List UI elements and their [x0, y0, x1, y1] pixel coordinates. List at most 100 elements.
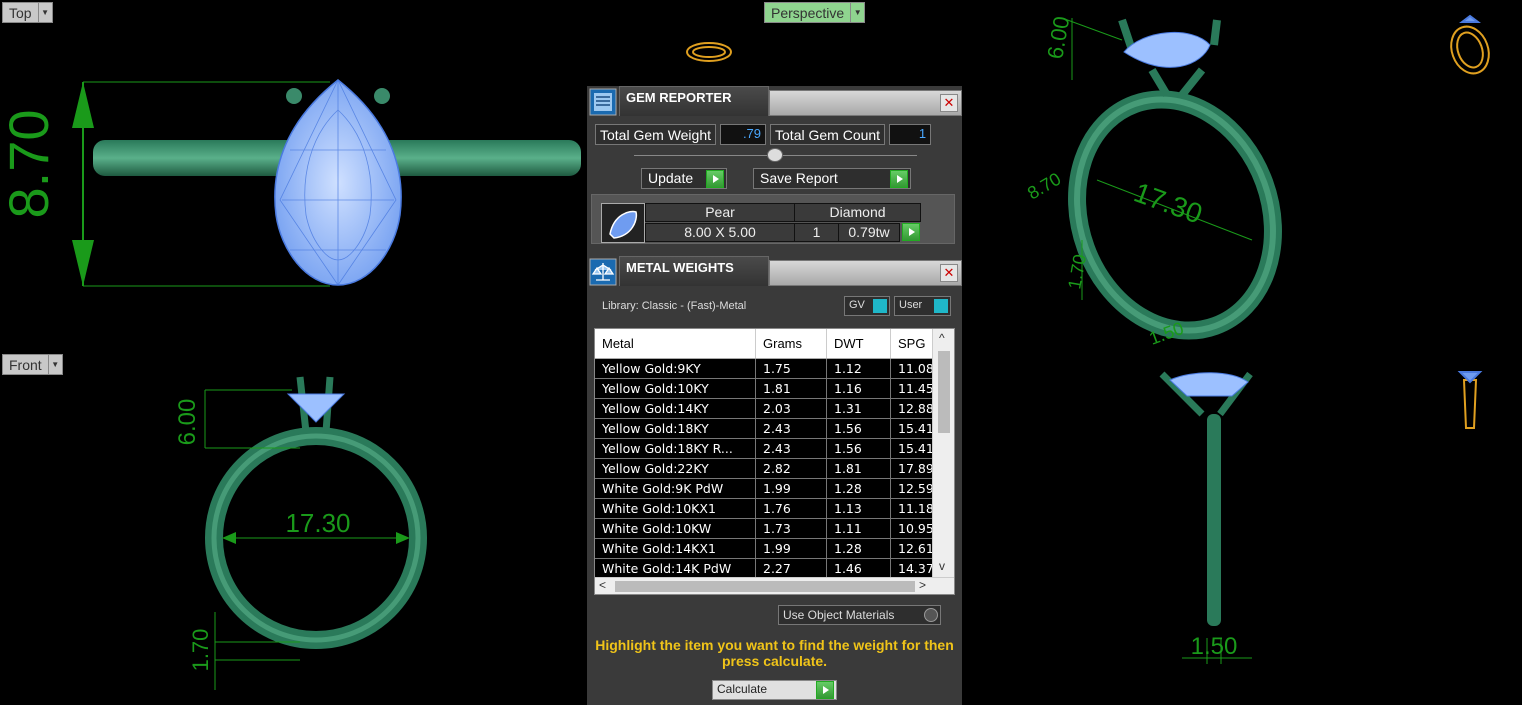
play-arrow-icon[interactable]: [816, 681, 834, 699]
cell-spg: 11.08: [891, 359, 933, 378]
cell-grams: 2.43: [756, 419, 827, 438]
calculate-button[interactable]: Calculate: [712, 680, 837, 700]
cell-dwt: 1.81: [827, 459, 891, 478]
close-icon[interactable]: ✕: [940, 264, 958, 282]
gem-list[interactable]: Pear Diamond 8.00 X 5.00 1 0.79tw: [591, 194, 955, 244]
cell-metal: Yellow Gold:9KY: [595, 359, 756, 378]
cell-metal: Yellow Gold:10KY: [595, 379, 756, 398]
gem-totals-row: Total Gem Weight .79 Total Gem Count 1: [595, 124, 932, 145]
play-arrow-icon[interactable]: [902, 223, 920, 241]
total-gem-count-label: Total Gem Count: [770, 124, 886, 145]
cell-grams: 2.43: [756, 439, 827, 458]
cell-metal: White Gold:14KX1: [595, 539, 756, 558]
cell-grams: 2.82: [756, 459, 827, 478]
table-row[interactable]: Yellow Gold:18KY R... 2.43 1.56 15.41: [595, 439, 933, 459]
cell-metal: White Gold:9K PdW: [595, 479, 756, 498]
ring-perspective-mini-icon: [1450, 14, 1490, 75]
cell-dwt: 1.11: [827, 519, 891, 538]
col-spg[interactable]: SPG: [891, 329, 933, 358]
cell-spg: 12.88: [891, 399, 933, 418]
cell-spg: 15.41: [891, 419, 933, 438]
cell-grams: 1.75: [756, 359, 827, 378]
play-arrow-icon[interactable]: [706, 170, 724, 188]
table-row[interactable]: White Gold:10KW 1.73 1.11 10.95: [595, 519, 933, 539]
ring-side-mini-icon: [1457, 371, 1483, 429]
col-metal[interactable]: Metal: [595, 329, 756, 358]
table-row[interactable]: Yellow Gold:14KY 2.03 1.31 12.88: [595, 399, 933, 419]
chevron-down-icon[interactable]: ▼: [38, 2, 53, 23]
cell-metal: White Gold:14K PdW: [595, 559, 756, 578]
chevron-left-icon[interactable]: <: [599, 578, 606, 592]
scroll-thumb[interactable]: [938, 351, 950, 433]
table-body: Yellow Gold:9KY 1.75 1.12 11.08 Yellow Gold:…: [595, 359, 933, 579]
cell-metal: White Gold:10KW: [595, 519, 756, 538]
table-row[interactable]: Yellow Gold:22KY 2.82 1.81 17.89: [595, 459, 933, 479]
user-toggle[interactable]: User: [894, 296, 951, 316]
cell-grams: 2.03: [756, 399, 827, 418]
vertical-scrollbar[interactable]: ^ v: [932, 329, 954, 579]
close-icon[interactable]: ✕: [940, 94, 958, 112]
cell-dwt: 1.12: [827, 359, 891, 378]
radio-icon[interactable]: [924, 608, 938, 622]
titlebar-drag[interactable]: [769, 90, 962, 116]
cell-grams: 1.99: [756, 479, 827, 498]
cell-grams: 1.76: [756, 499, 827, 518]
chevron-up-icon[interactable]: ^: [939, 331, 945, 345]
top-dim-height: 8.70: [0, 110, 60, 219]
col-grams[interactable]: Grams: [756, 329, 827, 358]
viewport-top-label[interactable]: Top ▼: [2, 2, 53, 23]
toggle-switch-icon[interactable]: [873, 299, 887, 313]
use-object-materials-label: Use Object Materials: [783, 608, 895, 622]
chevron-right-icon[interactable]: >: [919, 578, 926, 592]
cell-metal: Yellow Gold:18KY: [595, 419, 756, 438]
table-row[interactable]: White Gold:10KX1 1.76 1.13 11.18: [595, 499, 933, 519]
cell-grams: 1.99: [756, 539, 827, 558]
viewport-name[interactable]: Front: [2, 354, 49, 375]
viewport-front-label[interactable]: Front ▼: [2, 354, 63, 375]
metal-table[interactable]: Metal Grams DWT SPG Yellow Gold:9KY 1.75 1…: [594, 328, 955, 595]
cell-spg: 10.95: [891, 519, 933, 538]
titlebar-drag[interactable]: [769, 260, 962, 286]
table-row[interactable]: White Gold:14KX1 1.99 1.28 12.61: [595, 539, 933, 559]
cell-metal: White Gold:10KX1: [595, 499, 756, 518]
toggle-switch-icon[interactable]: [934, 299, 948, 313]
persp-dim-prong: 6.00: [1042, 14, 1074, 61]
horizontal-scrollbar[interactable]: < >: [595, 577, 954, 594]
chevron-down-icon[interactable]: v: [939, 559, 945, 573]
use-object-materials-toggle[interactable]: Use Object Materials: [778, 605, 941, 625]
gem-detail-button[interactable]: [900, 223, 920, 242]
total-gem-weight-label: Total Gem Weight: [595, 124, 717, 145]
gem-weight: 0.79tw: [838, 223, 900, 242]
update-button-label: Update: [648, 170, 694, 186]
cell-dwt: 1.13: [827, 499, 891, 518]
table-header: Metal Grams DWT SPG: [595, 329, 933, 359]
viewport-perspective-label[interactable]: Perspective ▼: [764, 2, 866, 23]
cell-spg: 17.89: [891, 459, 933, 478]
table-row[interactable]: Yellow Gold:9KY 1.75 1.12 11.08: [595, 359, 933, 379]
viewport-name[interactable]: Top: [2, 2, 39, 23]
scroll-thumb[interactable]: [615, 581, 915, 592]
table-row[interactable]: White Gold:9K PdW 1.99 1.28 12.59: [595, 479, 933, 499]
save-report-button[interactable]: Save Report: [753, 168, 911, 189]
col-dwt[interactable]: DWT: [827, 329, 891, 358]
chevron-down-icon[interactable]: ▼: [851, 2, 866, 23]
cell-dwt: 1.46: [827, 559, 891, 578]
table-row[interactable]: Yellow Gold:10KY 1.81 1.16 11.45: [595, 379, 933, 399]
play-arrow-icon[interactable]: [890, 170, 908, 188]
gv-toggle[interactable]: GV: [844, 296, 890, 316]
viewport-name[interactable]: Perspective: [764, 2, 852, 23]
table-row[interactable]: Yellow Gold:18KY 2.43 1.56 15.41: [595, 419, 933, 439]
update-button[interactable]: Update: [641, 168, 727, 189]
save-report-button-label: Save Report: [760, 170, 838, 186]
library-label: Library: Classic - (Fast)-Metal: [602, 300, 747, 312]
table-row[interactable]: White Gold:14K PdW 2.27 1.46 14.37: [595, 559, 933, 579]
cell-spg: 12.59: [891, 479, 933, 498]
persp-dim-band: 1.70: [1064, 253, 1090, 291]
gem-slider[interactable]: [634, 148, 917, 162]
gem-reporter-title: GEM REPORTER: [619, 86, 769, 116]
chevron-down-icon[interactable]: ▼: [48, 354, 63, 375]
slider-knob[interactable]: [767, 148, 783, 162]
cell-dwt: 1.28: [827, 539, 891, 558]
calculate-label: Calculate: [717, 682, 768, 696]
cell-spg: 15.41: [891, 439, 933, 458]
